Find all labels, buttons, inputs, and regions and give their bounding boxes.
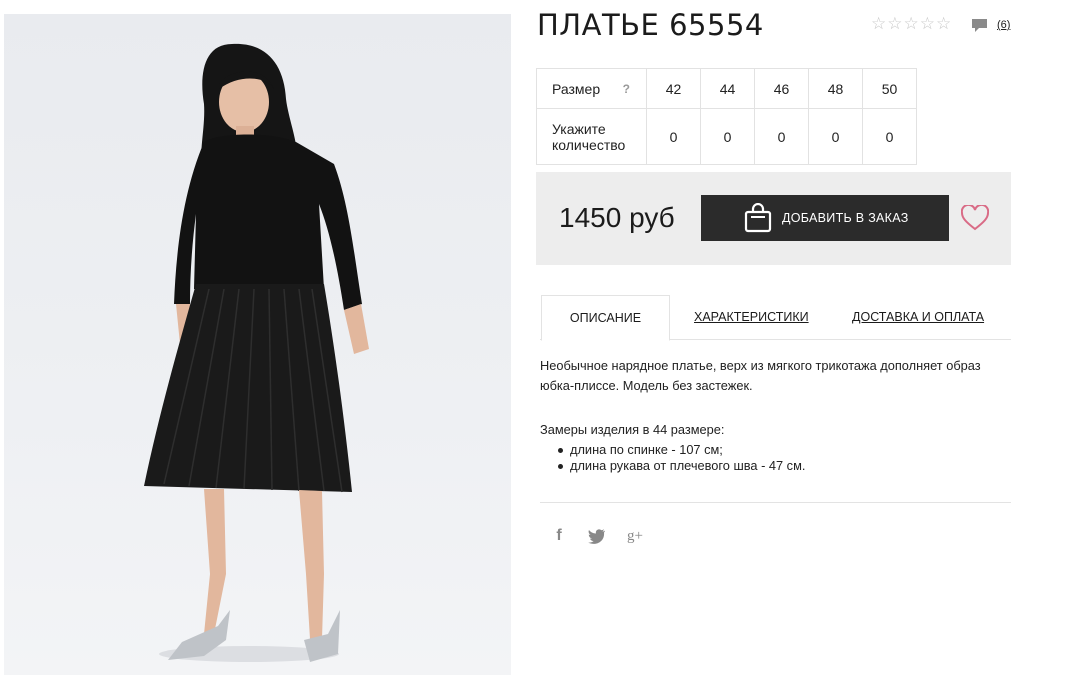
star-icon[interactable]: ☆ — [887, 15, 902, 33]
tab-characteristics[interactable]: ХАРАКТЕРИСТИКИ — [694, 295, 809, 340]
measurements-title: Замеры изделия в 44 размере: — [540, 422, 725, 437]
product-title: ПЛАТЬЕ 65554 — [537, 8, 764, 42]
quantity-row: Укажите количество 0 0 0 0 0 — [536, 108, 917, 165]
comment-icon[interactable] — [971, 18, 988, 33]
rating-stars[interactable]: ☆ ☆ ☆ ☆ ☆ — [871, 15, 951, 33]
star-icon[interactable]: ☆ — [936, 15, 951, 33]
tab-description[interactable]: ОПИСАНИЕ — [541, 295, 670, 341]
product-photo[interactable] — [4, 14, 511, 675]
price-box: 1450 руб ДОБАВИТЬ В ЗАКАЗ — [536, 172, 1011, 265]
size-cell: 48 — [808, 68, 863, 109]
quantity-label: Укажите количество — [536, 108, 647, 165]
size-cell: 44 — [700, 68, 755, 109]
size-label: Размер — [552, 80, 601, 97]
star-icon[interactable]: ☆ — [920, 15, 935, 33]
quantity-input[interactable]: 0 — [646, 108, 701, 165]
description-text: Необычное нарядное платье, верх из мягко… — [540, 358, 981, 393]
quantity-input[interactable]: 0 — [808, 108, 863, 165]
heart-icon[interactable] — [961, 205, 989, 231]
size-table: Размер ? 42 44 46 48 50 Укажите количест… — [536, 68, 917, 165]
list-item: длина рукава от плечевого шва - 47 см. — [557, 458, 806, 473]
quantity-input[interactable]: 0 — [862, 108, 917, 165]
shopping-bag-icon — [744, 203, 772, 233]
product-tabs: ОПИСАНИЕ ХАРАКТЕРИСТИКИ ДОСТАВКА И ОПЛАТ… — [540, 295, 1011, 341]
star-icon[interactable]: ☆ — [871, 15, 886, 33]
size-cell: 46 — [754, 68, 809, 109]
review-count-link[interactable]: (6) — [997, 19, 1010, 31]
list-item: длина по спинке - 107 см; — [557, 442, 805, 458]
quantity-input[interactable]: 0 — [754, 108, 809, 165]
quantity-input[interactable]: 0 — [700, 108, 755, 165]
measurements-list: длина по спинке - 107 см; длина рукава о… — [557, 442, 806, 474]
size-row: Размер ? 42 44 46 48 50 — [536, 68, 917, 109]
googleplus-icon[interactable]: g+ — [625, 527, 645, 545]
add-to-order-button[interactable]: ДОБАВИТЬ В ЗАКАЗ — [701, 195, 949, 241]
facebook-icon[interactable]: f — [553, 527, 565, 545]
size-help-icon[interactable]: ? — [623, 81, 630, 97]
size-label-cell: Размер ? — [536, 68, 647, 109]
size-cell: 42 — [646, 68, 701, 109]
tab-delivery-payment[interactable]: ДОСТАВКА И ОПЛАТА — [852, 295, 984, 340]
model-illustration — [144, 43, 369, 662]
size-cell: 50 — [862, 68, 917, 109]
star-icon[interactable]: ☆ — [904, 15, 919, 33]
twitter-icon[interactable] — [588, 527, 606, 545]
divider — [540, 502, 1011, 503]
price: 1450 руб — [559, 202, 675, 233]
add-to-order-label: ДОБАВИТЬ В ЗАКАЗ — [782, 211, 909, 225]
